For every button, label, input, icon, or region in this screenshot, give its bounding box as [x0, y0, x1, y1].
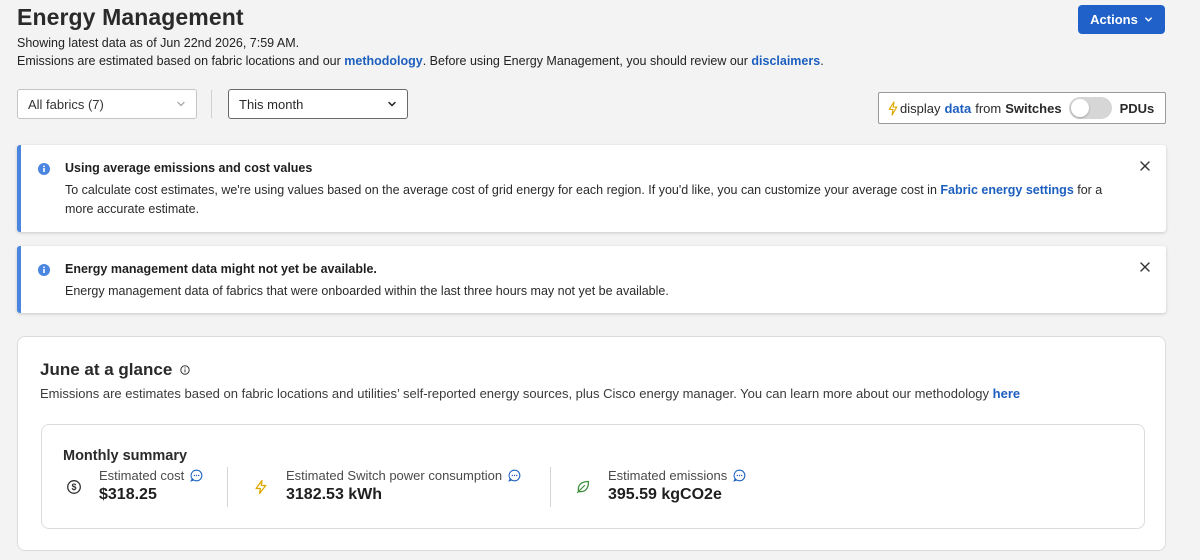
svg-text:$: $ [71, 482, 76, 492]
close-icon[interactable] [1138, 159, 1152, 173]
emissions-notice-prefix: Emissions are estimated based on fabric … [17, 54, 345, 68]
banner-text: Energy management data of fabrics that w… [65, 284, 669, 298]
close-icon[interactable] [1138, 260, 1152, 274]
chat-info-icon[interactable] [190, 469, 203, 482]
toggle-pdus-label: PDUs [1119, 100, 1155, 116]
data-source-toggle-box: display data from Switches PDUs [878, 92, 1166, 124]
info-icon [38, 163, 50, 175]
toggle-data-link[interactable]: data [944, 101, 971, 116]
chat-info-icon[interactable] [733, 469, 746, 482]
glance-title: June at a glance [40, 360, 190, 380]
metric-estimated-emissions: Estimated emissions 395.59 kgCO2e [575, 467, 775, 512]
metric-label: Estimated cost [99, 468, 203, 483]
metric-divider [550, 467, 551, 507]
lightning-icon [888, 100, 898, 116]
glance-description-text: Emissions are estimates based on fabric … [40, 386, 993, 401]
metric-label-text: Estimated cost [99, 468, 185, 483]
glance-description: Emissions are estimates based on fabric … [40, 386, 1020, 401]
glance-card: June at a glance Emissions are estimates… [17, 336, 1166, 551]
metric-estimated-cost: $ Estimated cost $318.25 [66, 467, 226, 512]
chevron-down-icon [177, 101, 185, 107]
metric-divider [227, 467, 228, 507]
metric-power-consumption: Estimated Switch power consumption 3182.… [253, 467, 543, 512]
leaf-icon [576, 480, 590, 494]
methodology-link[interactable]: methodology [344, 54, 422, 68]
toggle-display-text: display [900, 100, 941, 116]
latest-data-timestamp: Showing latest data as of Jun 22nd 2026,… [17, 36, 300, 50]
period-select-value: This month [239, 96, 304, 112]
dollar-circle-icon: $ [67, 480, 81, 494]
fabrics-select-value: All fabrics (7) [28, 96, 104, 112]
lightning-icon [255, 479, 267, 495]
toggle-from-text: from [975, 100, 1002, 116]
average-values-banner: Using average emissions and cost values … [17, 145, 1166, 232]
toggle-knob [1070, 99, 1089, 117]
period-select[interactable]: This month [228, 89, 408, 119]
page-title: Energy Management [17, 4, 244, 30]
chevron-down-icon [388, 101, 396, 107]
data-availability-banner: Energy management data might not yet be … [17, 246, 1166, 313]
filter-divider [211, 90, 212, 118]
metric-value: 3182.53 kWh [286, 486, 383, 503]
monthly-summary-card: Monthly summary $ Estimated cost $318.25… [41, 424, 1145, 529]
chevron-down-icon [1144, 17, 1152, 22]
banner-title: Using average emissions and cost values [65, 161, 313, 175]
disclaimers-link[interactable]: disclaimers [751, 54, 820, 68]
switches-pdus-toggle[interactable] [1068, 97, 1112, 119]
banner-text: To calculate cost estimates, we're using… [65, 181, 1105, 219]
info-outline-icon[interactable] [180, 365, 190, 375]
metric-label: Estimated emissions [608, 468, 746, 483]
info-icon [38, 264, 50, 276]
toggle-switches-label: Switches [1005, 100, 1062, 116]
emissions-notice-suffix: . [820, 54, 824, 68]
banner-title: Energy management data might not yet be … [65, 262, 377, 276]
methodology-here-link[interactable]: here [993, 386, 1020, 401]
metric-label: Estimated Switch power consumption [286, 468, 521, 483]
fabric-energy-settings-link[interactable]: Fabric energy settings [940, 183, 1073, 197]
actions-button[interactable]: Actions [1078, 5, 1165, 34]
emissions-notice: Emissions are estimated based on fabric … [17, 54, 824, 68]
actions-button-label: Actions [1090, 12, 1138, 27]
metric-label-text: Estimated Switch power consumption [286, 468, 503, 483]
metric-value: 395.59 kgCO2e [608, 486, 722, 503]
fabrics-select[interactable]: All fabrics (7) [17, 89, 197, 119]
chat-info-icon[interactable] [508, 469, 521, 482]
summary-title: Monthly summary [63, 448, 188, 464]
metric-label-text: Estimated emissions [608, 468, 728, 483]
metric-value: $318.25 [99, 486, 157, 503]
banner-text-prefix: To calculate cost estimates, we're using… [65, 183, 941, 197]
emissions-notice-middle: . Before using Energy Management, you sh… [422, 54, 752, 68]
glance-title-text: June at a glance [40, 360, 173, 379]
